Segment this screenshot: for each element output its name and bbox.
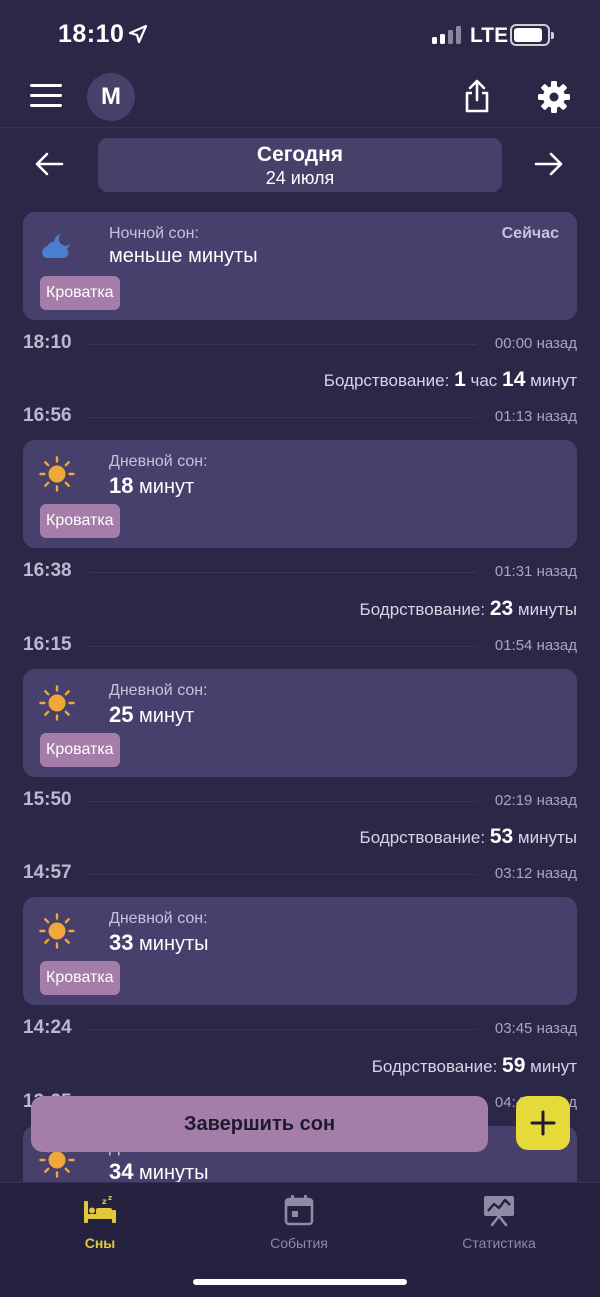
share-icon[interactable]: [462, 78, 492, 114]
now-badge: Сейчас: [501, 225, 559, 242]
location-arrow-icon: [128, 24, 148, 44]
timeline-row: 16:38 01:31 назад: [23, 560, 577, 584]
timeline-row: 16:56 01:13 назад: [23, 405, 577, 429]
sleep-card-day[interactable]: Дневной сон: 33 минуты Кроватка: [23, 897, 577, 1005]
sleep-label: Дневной сон:: [109, 910, 208, 927]
signal-icon: [432, 26, 461, 44]
tab-label: Сны: [84, 1235, 116, 1251]
plus-icon: [530, 1110, 556, 1136]
gear-icon[interactable]: [537, 80, 571, 114]
sleep-label: Дневной сон:: [109, 453, 208, 470]
add-button[interactable]: [516, 1096, 570, 1150]
tab-label: События: [270, 1235, 328, 1251]
moon-cloud-icon: [42, 234, 70, 258]
sleep-duration: меньше минуты: [109, 245, 258, 267]
date-title: Сегодня: [256, 143, 344, 166]
sleep-duration: 25 минут: [109, 702, 195, 727]
network-type: LTE: [470, 24, 509, 47]
wake-period: Бодрствование: 53 минуты: [359, 825, 577, 848]
wake-period: Бодрствование: 23 минуты: [359, 597, 577, 620]
timeline-time: 16:15: [23, 634, 72, 655]
timeline-ago: 01:13 назад: [494, 408, 577, 425]
timeline-time: 16:38: [23, 560, 72, 581]
end-sleep-button[interactable]: Завершить сон: [31, 1096, 488, 1152]
menu-icon[interactable]: [30, 84, 62, 110]
timeline-time: 14:24: [23, 1017, 72, 1038]
sleep-duration: 34 минуты: [109, 1159, 209, 1182]
sleep-duration: 33 минуты: [109, 930, 209, 955]
sleep-label: Ночной сон:: [109, 225, 199, 242]
tab-events[interactable]: События: [224, 1193, 374, 1251]
sun-icon: [39, 913, 75, 949]
date-selector[interactable]: Сегодня 24 июля: [98, 138, 502, 192]
avatar[interactable]: M: [87, 73, 135, 121]
timeline-row: 18:10 00:00 назад: [23, 332, 577, 356]
timeline-time: 14:57: [23, 862, 72, 883]
timeline-ago: 03:45 назад: [494, 1020, 577, 1037]
date-navigation: Сегодня 24 июля: [0, 138, 600, 192]
date-subtitle: 24 июля: [265, 168, 335, 188]
timeline-row: 16:15 01:54 назад: [23, 634, 577, 658]
tab-label: Статистика: [462, 1235, 536, 1251]
tab-sleeps[interactable]: z z Сны: [25, 1193, 175, 1251]
wake-period: Бодрствование: 59 минут: [371, 1054, 577, 1077]
calendar-icon: [284, 1195, 314, 1226]
sleep-duration: 18 минут: [109, 473, 195, 498]
timeline-time: 16:56: [23, 405, 72, 426]
timeline-row: 15:50 02:19 назад: [23, 789, 577, 813]
battery-icon: [510, 24, 554, 46]
floating-actions: Завершить сон: [0, 1096, 600, 1154]
tab-statistics[interactable]: Статистика: [424, 1193, 574, 1251]
timeline-ago: 01:54 назад: [494, 637, 577, 654]
sleep-card-night[interactable]: Ночной сон: меньше минуты Сейчас Кроватк…: [23, 212, 577, 320]
tab-bar: z z Сны События Статистика: [0, 1182, 600, 1297]
timeline-row: 14:57 03:12 назад: [23, 862, 577, 886]
timeline-ago: 02:19 назад: [494, 792, 577, 809]
timeline-row: 14:24 03:45 назад: [23, 1017, 577, 1041]
home-indicator: [193, 1279, 407, 1285]
arrow-right-icon[interactable]: [534, 151, 564, 177]
timeline-time: 18:10: [23, 332, 72, 353]
svg-text:z: z: [108, 1195, 112, 1202]
location-tag[interactable]: Кроватка: [40, 276, 120, 310]
status-bar: 18:10 LTE: [0, 0, 600, 72]
presentation-chart-icon: [484, 1196, 514, 1226]
timeline-ago: 01:31 назад: [494, 563, 577, 580]
bed-icon: z z: [84, 1195, 116, 1223]
timeline-ago: 03:12 назад: [494, 865, 577, 882]
sun-icon: [39, 685, 75, 721]
arrow-left-icon[interactable]: [34, 151, 64, 177]
location-tag[interactable]: Кроватка: [40, 504, 120, 538]
timeline-time: 15:50: [23, 789, 72, 810]
location-tag[interactable]: Кроватка: [40, 733, 120, 767]
wake-period: Бодрствование: 1 час 14 минут: [323, 368, 577, 391]
timeline-ago: 00:00 назад: [494, 335, 577, 352]
top-bar: M: [0, 72, 600, 128]
svg-text:z: z: [102, 1197, 107, 1206]
location-tag[interactable]: Кроватка: [40, 961, 120, 995]
sleep-label: Дневной сон:: [109, 682, 208, 699]
sleep-card-day[interactable]: Дневной сон: 18 минут Кроватка: [23, 440, 577, 548]
status-time: 18:10: [58, 20, 125, 48]
sleep-card-day[interactable]: Дневной сон: 25 минут Кроватка: [23, 669, 577, 777]
sun-icon: [39, 456, 75, 492]
